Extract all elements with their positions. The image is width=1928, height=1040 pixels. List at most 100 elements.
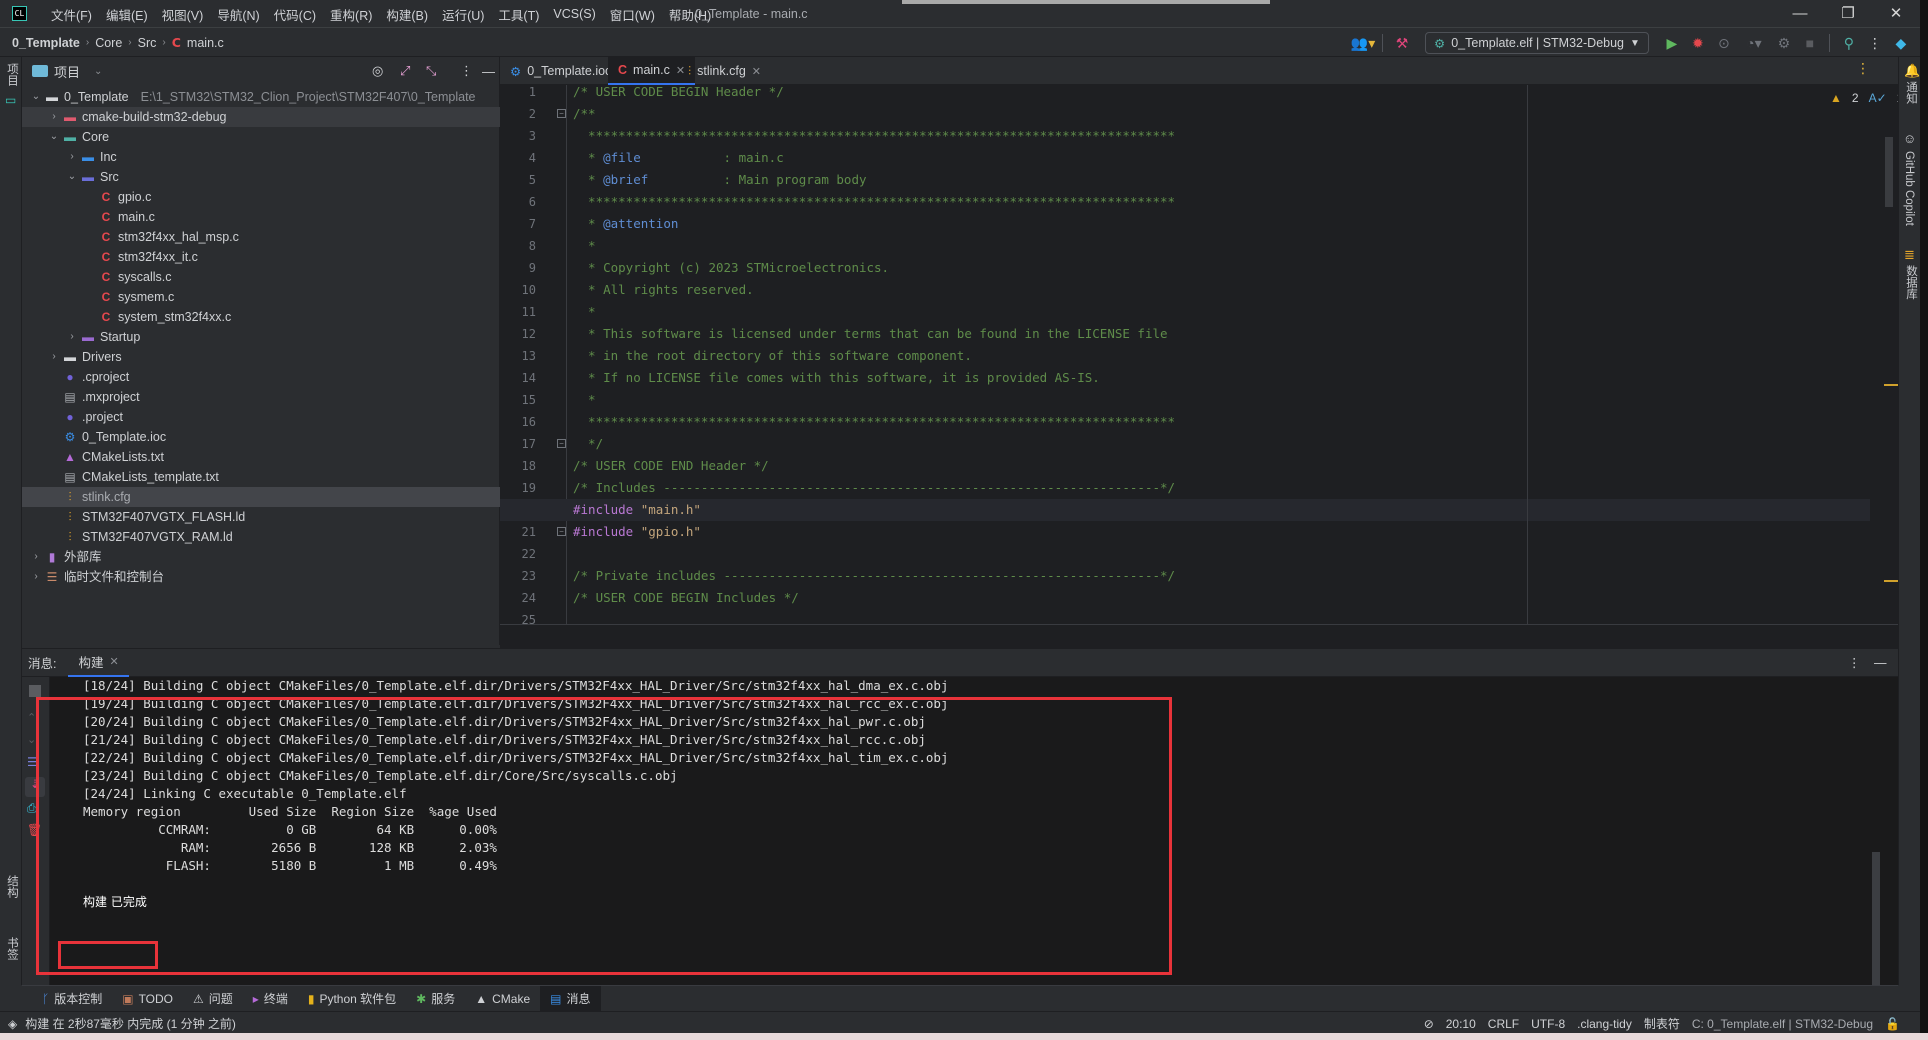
tree-item[interactable]: ⌄ ▬ 0_Template E:\1_STM32\STM32_Clion_Proje…	[22, 87, 500, 107]
stripe-copilot-button[interactable]: GitHub Copilot	[1903, 151, 1915, 226]
code-line[interactable]: ****************************************…	[573, 411, 1175, 433]
code-line[interactable]: */	[573, 433, 603, 455]
editor-tab[interactable]: ⫶ stlink.cfg ✕	[678, 57, 771, 85]
tree-item[interactable]: ▤ .mxproject	[22, 387, 500, 407]
chevron-right-icon[interactable]: ›	[64, 147, 80, 167]
run-icon[interactable]: ▶	[1659, 35, 1685, 52]
code-line[interactable]: #include "gpio.h"	[573, 521, 701, 543]
clion-logo-icon[interactable]: ◆	[1888, 35, 1914, 52]
tree-item[interactable]: Cstm32f4xx_hal_msp.c	[22, 227, 500, 247]
tree-item[interactable]: › ▬ Drivers	[22, 347, 500, 367]
tree-item[interactable]: Cmain.c	[22, 207, 500, 227]
chevron-right-icon[interactable]: ›	[28, 547, 44, 567]
chevron-right-icon[interactable]: ›	[64, 327, 80, 347]
more-icon[interactable]: ⋮	[1862, 35, 1888, 52]
menu-item[interactable]: 视图(V)	[155, 5, 211, 24]
editor-scrollbar[interactable]	[1885, 137, 1893, 207]
stripe-notifications-button[interactable]: 通知	[1903, 81, 1919, 104]
breadcrumb-src[interactable]: Src	[138, 36, 157, 50]
code-lines[interactable]: /* USER CODE BEGIN Header *//** ********…	[500, 85, 1898, 624]
code-line[interactable]: *	[573, 235, 596, 257]
users-icon[interactable]: 👥▾	[1350, 35, 1376, 52]
chevron-right-icon[interactable]: ›	[46, 107, 62, 127]
tree-item[interactable]: › ▬ Startup	[22, 327, 500, 347]
tree-item[interactable]: › ▬ cmake-build-stm32-debug	[22, 107, 500, 127]
lock-icon[interactable]: 🔓	[1885, 1017, 1900, 1031]
tree-item[interactable]: Csystem_stm32f4xx.c	[22, 307, 500, 327]
tree-item[interactable]: Cgpio.c	[22, 187, 500, 207]
tool-window-button[interactable]: ▮ Python 软件包	[298, 986, 406, 1012]
tree-item[interactable]: › ☰ 临时文件和控制台	[22, 567, 500, 587]
stop-icon[interactable]: ■	[1797, 35, 1823, 51]
hide-panel-icon[interactable]: —	[482, 64, 495, 79]
menu-item[interactable]: 重构(R)	[323, 5, 379, 24]
code-line[interactable]: /* USER CODE END Header */	[573, 455, 769, 477]
menu-item[interactable]: 运行(U)	[435, 5, 491, 24]
line-separator[interactable]: CRLF	[1488, 1017, 1519, 1031]
tree-item[interactable]: ⌄ ▬ Core	[22, 127, 500, 147]
debug-icon[interactable]: ✹	[1685, 35, 1711, 52]
code-line[interactable]: ****************************************…	[573, 191, 1175, 213]
tree-item[interactable]: ⚙ 0_Template.ioc	[22, 427, 500, 447]
code-line[interactable]: /* USER CODE BEGIN Includes */	[573, 587, 799, 609]
tree-item[interactable]: ▤ CMakeLists_template.txt	[22, 467, 500, 487]
tab-build[interactable]: 构建 ✕	[68, 649, 129, 677]
code-line[interactable]: * @attention	[573, 213, 678, 235]
tree-item[interactable]: ● .project	[22, 407, 500, 427]
code-line[interactable]: * All rights reserved.	[573, 279, 754, 301]
locate-icon[interactable]: ◎	[372, 63, 383, 79]
tool-window-button[interactable]: ▣ TODO	[112, 986, 183, 1012]
build-hammer-icon[interactable]: ⚒	[1389, 35, 1415, 52]
file-encoding[interactable]: UTF-8	[1531, 1017, 1565, 1031]
run-coverage-icon[interactable]: ⊙	[1711, 35, 1737, 52]
project-view-selector[interactable]: 项目	[54, 62, 80, 81]
tree-item[interactable]: ⌄ ▬ Src	[22, 167, 500, 187]
stripe-project-button[interactable]: 项目	[4, 63, 20, 86]
breadcrumb-project[interactable]: 0_Template	[12, 36, 80, 50]
expand-all-icon[interactable]: ⤢	[400, 63, 410, 79]
close-tab-icon[interactable]: ✕	[752, 65, 761, 78]
hide-panel-icon[interactable]: —	[1874, 656, 1887, 670]
menu-item[interactable]: 导航(N)	[210, 5, 266, 24]
warning-marker[interactable]	[1884, 384, 1898, 386]
stop-build-icon[interactable]	[29, 685, 41, 697]
stripe-database-button[interactable]: 数据库	[1903, 265, 1919, 300]
minimize-button[interactable]: —	[1786, 4, 1814, 24]
code-editor[interactable]: 1234567891011121314151617181920212223242…	[500, 85, 1898, 624]
run-configuration-select[interactable]: ⚙ 0_Template.elf | STM32-Debug ▼	[1425, 32, 1649, 54]
code-line[interactable]: /* USER CODE BEGIN Header */	[573, 85, 784, 103]
search-icon[interactable]: ⚲	[1836, 35, 1862, 52]
code-line[interactable]: #include "main.h"	[573, 499, 701, 521]
code-line[interactable]: * in the root directory of this software…	[573, 345, 972, 367]
chevron-right-icon[interactable]: ›	[46, 347, 62, 367]
linter-config[interactable]: .clang-tidy	[1577, 1017, 1632, 1031]
close-button[interactable]: ✕	[1882, 4, 1910, 24]
code-line[interactable]: *	[573, 389, 596, 411]
stripe-bookmarks-button[interactable]: 书签	[4, 937, 20, 960]
code-line[interactable]: /* Private includes --------------------…	[573, 565, 1175, 587]
caret-position[interactable]: 20:10	[1446, 1017, 1476, 1031]
breadcrumb-file[interactable]: main.c	[187, 36, 224, 50]
tree-item[interactable]: ● .cproject	[22, 367, 500, 387]
warning-marker[interactable]	[1884, 580, 1898, 582]
collapse-all-icon[interactable]: ⤡	[426, 63, 436, 79]
menu-item[interactable]: 窗口(W)	[603, 5, 662, 24]
tree-item[interactable]: ▲ CMakeLists.txt	[22, 447, 500, 467]
code-line[interactable]: *	[573, 301, 596, 323]
chevron-down-icon[interactable]: ⌄	[94, 66, 102, 77]
options-icon[interactable]: ⋮	[460, 63, 473, 79]
editor-options-icon[interactable]: ⋮	[1856, 60, 1870, 77]
code-line[interactable]: /**	[573, 103, 596, 125]
up-arrow-icon[interactable]: ⌃	[27, 711, 36, 724]
menu-item[interactable]: 文件(F)	[44, 5, 99, 24]
menu-item[interactable]: 工具(T)	[491, 5, 546, 24]
inspection-widget[interactable]: ▲ 2 A✓ 1 ↑ ↓	[1830, 91, 1898, 105]
tree-item[interactable]: Csyscalls.c	[22, 267, 500, 287]
tree-item[interactable]: Cstm32f4xx_it.c	[22, 247, 500, 267]
device-icon[interactable]: ▭	[5, 93, 16, 107]
panel-options-icon[interactable]: ⋮	[1848, 655, 1861, 670]
stripe-structure-button[interactable]: 结构	[4, 875, 20, 898]
resolve-context[interactable]: C: 0_Template.elf | STM32-Debug	[1692, 1017, 1873, 1031]
chevron-down-icon[interactable]: ⌄	[64, 167, 80, 187]
menu-item[interactable]: VCS(S)	[546, 7, 602, 21]
